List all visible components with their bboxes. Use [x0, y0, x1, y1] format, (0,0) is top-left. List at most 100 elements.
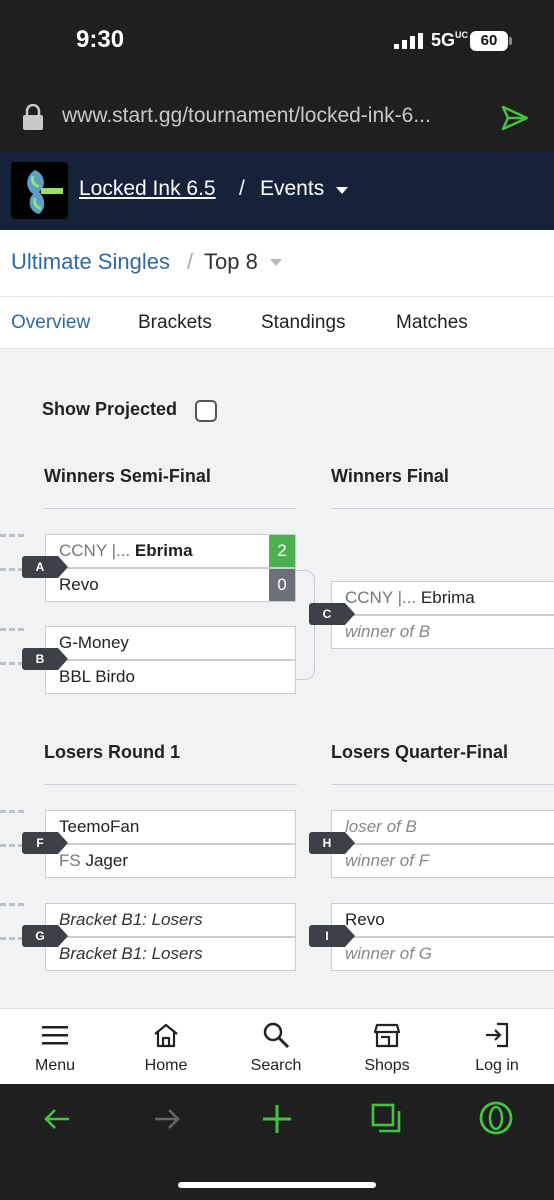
set-id-badge: B: [22, 648, 68, 670]
set-id-badge: C: [309, 603, 355, 625]
set-id-badge: G: [22, 925, 68, 947]
home-indicator[interactable]: [178, 1182, 376, 1188]
bracket-set-h[interactable]: loser of B winner of F: [331, 810, 554, 878]
phase-dropdown[interactable]: Top 8: [204, 249, 258, 275]
event-name-link[interactable]: Ultimate Singles: [11, 249, 170, 275]
set-slot[interactable]: Revo: [331, 903, 554, 937]
player-name: Revo: [59, 575, 99, 594]
chevron-down-icon[interactable]: [336, 187, 348, 194]
player-tag: Jager: [85, 851, 128, 870]
set-slot[interactable]: winner of B: [331, 615, 554, 649]
shop-icon: [373, 1023, 401, 1048]
set-slot[interactable]: loser of B: [331, 810, 554, 844]
url-text[interactable]: www.start.gg/tournament/locked-ink-6...: [62, 104, 431, 128]
bottom-nav: Menu Home Search Shops Log in: [0, 1008, 554, 1084]
nav-label: Menu: [34, 1057, 76, 1074]
event-tabs: Overview Brackets Standings Matches: [0, 296, 554, 349]
tabs-icon[interactable]: [370, 1102, 402, 1134]
set-id-badge: A: [22, 556, 68, 578]
breadcrumb-separator: /: [187, 249, 194, 274]
round-title-winners-final: Winners Final: [331, 466, 449, 486]
lock-icon: [23, 104, 43, 130]
nav-login[interactable]: Log in: [442, 1009, 552, 1085]
tab-brackets[interactable]: Brackets: [138, 312, 212, 334]
round-divider: [44, 784, 297, 785]
round-title-winners-semi: Winners Semi-Final: [44, 466, 211, 486]
battery-indicator: 60: [470, 31, 508, 51]
player-name: CCNY |... Ebrima: [345, 588, 475, 608]
placeholder-entrant: loser of B: [345, 817, 417, 836]
set-id-badge: I: [309, 925, 355, 947]
forward-arrow-icon[interactable]: [152, 1104, 182, 1134]
set-id-badge: F: [22, 832, 68, 854]
set-slot[interactable]: Revo 0: [45, 568, 296, 602]
opera-menu-icon[interactable]: [478, 1100, 514, 1136]
placeholder-entrant: winner of G: [345, 944, 432, 963]
set-slot[interactable]: BBL Birdo: [45, 660, 296, 694]
set-slot[interactable]: TeemoFan: [45, 810, 296, 844]
network-type: 5GUC: [431, 30, 469, 50]
round-divider: [331, 784, 554, 785]
bracket-view[interactable]: Show Projected Winners Semi-Final Winner…: [0, 349, 554, 1008]
send-icon[interactable]: [500, 104, 530, 132]
events-dropdown[interactable]: Events: [260, 177, 324, 201]
placeholder-entrant: Bracket B1: Losers: [59, 944, 203, 963]
status-time: 9:30: [76, 26, 125, 53]
placeholder-entrant: winner of F: [345, 851, 430, 870]
set-slot[interactable]: winner of F: [331, 844, 554, 878]
back-arrow-icon[interactable]: [42, 1104, 72, 1134]
nav-label: Log in: [475, 1057, 519, 1074]
sponsor-prefix: CCNY |...: [345, 588, 417, 607]
new-tab-plus-icon[interactable]: [260, 1102, 294, 1136]
menu-icon: [42, 1026, 68, 1045]
tab-standings[interactable]: Standings: [261, 312, 346, 334]
set-slot[interactable]: CCNY |... Ebrima: [331, 581, 554, 615]
search-icon: [263, 1022, 290, 1049]
bracket-set-b[interactable]: G-Money BBL Birdo: [45, 626, 296, 694]
player-name: G-Money: [59, 633, 129, 652]
bracket-set-g[interactable]: Bracket B1: Losers Bracket B1: Losers: [45, 903, 296, 971]
tab-matches[interactable]: Matches: [396, 312, 468, 334]
set-slot[interactable]: FS Jager: [45, 844, 296, 878]
sponsor-prefix: CCNY |...: [59, 541, 131, 560]
tournament-logo[interactable]: [11, 162, 68, 219]
site-header: Locked Ink 6.5 / Events: [0, 151, 554, 230]
login-icon: [486, 1022, 509, 1048]
bracket-set-a[interactable]: CCNY |... Ebrima 2 Revo 0: [45, 534, 296, 602]
tab-overview[interactable]: Overview: [11, 312, 90, 334]
signal-icon: [394, 33, 423, 49]
browser-url-bar: www.start.gg/tournament/locked-ink-6...: [0, 84, 554, 151]
round-title-losers-qf: Losers Quarter-Final: [331, 742, 509, 762]
chevron-down-icon[interactable]: [270, 259, 282, 266]
show-projected-checkbox[interactable]: [195, 400, 217, 422]
bracket-set-f[interactable]: TeemoFan FS Jager: [45, 810, 296, 878]
home-icon: [154, 1023, 178, 1048]
player-tag: Ebrima: [420, 588, 475, 607]
nav-label: Shops: [364, 1057, 410, 1074]
round-divider: [44, 508, 297, 509]
player-name: TeemoFan: [59, 817, 140, 836]
set-slot[interactable]: Bracket B1: Losers: [45, 903, 296, 937]
nav-shops[interactable]: Shops: [332, 1009, 442, 1085]
nav-menu[interactable]: Menu: [0, 1009, 110, 1085]
breadcrumb-separator: /: [239, 177, 245, 200]
set-slot[interactable]: winner of G: [331, 937, 554, 971]
page-content: Ultimate Singles / Top 8 Overview Bracke…: [0, 230, 554, 1008]
nav-label: Search: [250, 1057, 302, 1074]
player-name: FS Jager: [59, 851, 128, 871]
set-score-winner: 2: [269, 535, 295, 567]
nav-home[interactable]: Home: [111, 1009, 221, 1085]
status-bar: 9:30 5GUC 60: [0, 0, 554, 84]
battery-tip: [509, 37, 512, 45]
player-tag: Ebrima: [134, 541, 193, 560]
round-title-losers-r1: Losers Round 1: [44, 742, 181, 762]
show-projected-label: Show Projected: [42, 399, 178, 419]
set-slot[interactable]: Bracket B1: Losers: [45, 937, 296, 971]
tournament-name-link[interactable]: Locked Ink 6.5: [79, 177, 216, 201]
set-slot[interactable]: CCNY |... Ebrima 2: [45, 534, 296, 568]
bracket-set-c[interactable]: CCNY |... Ebrima winner of B: [331, 581, 554, 649]
placeholder-entrant: Bracket B1: Losers: [59, 910, 203, 929]
nav-search[interactable]: Search: [221, 1009, 331, 1085]
set-slot[interactable]: G-Money: [45, 626, 296, 660]
bracket-set-i[interactable]: Revo winner of G: [331, 903, 554, 971]
